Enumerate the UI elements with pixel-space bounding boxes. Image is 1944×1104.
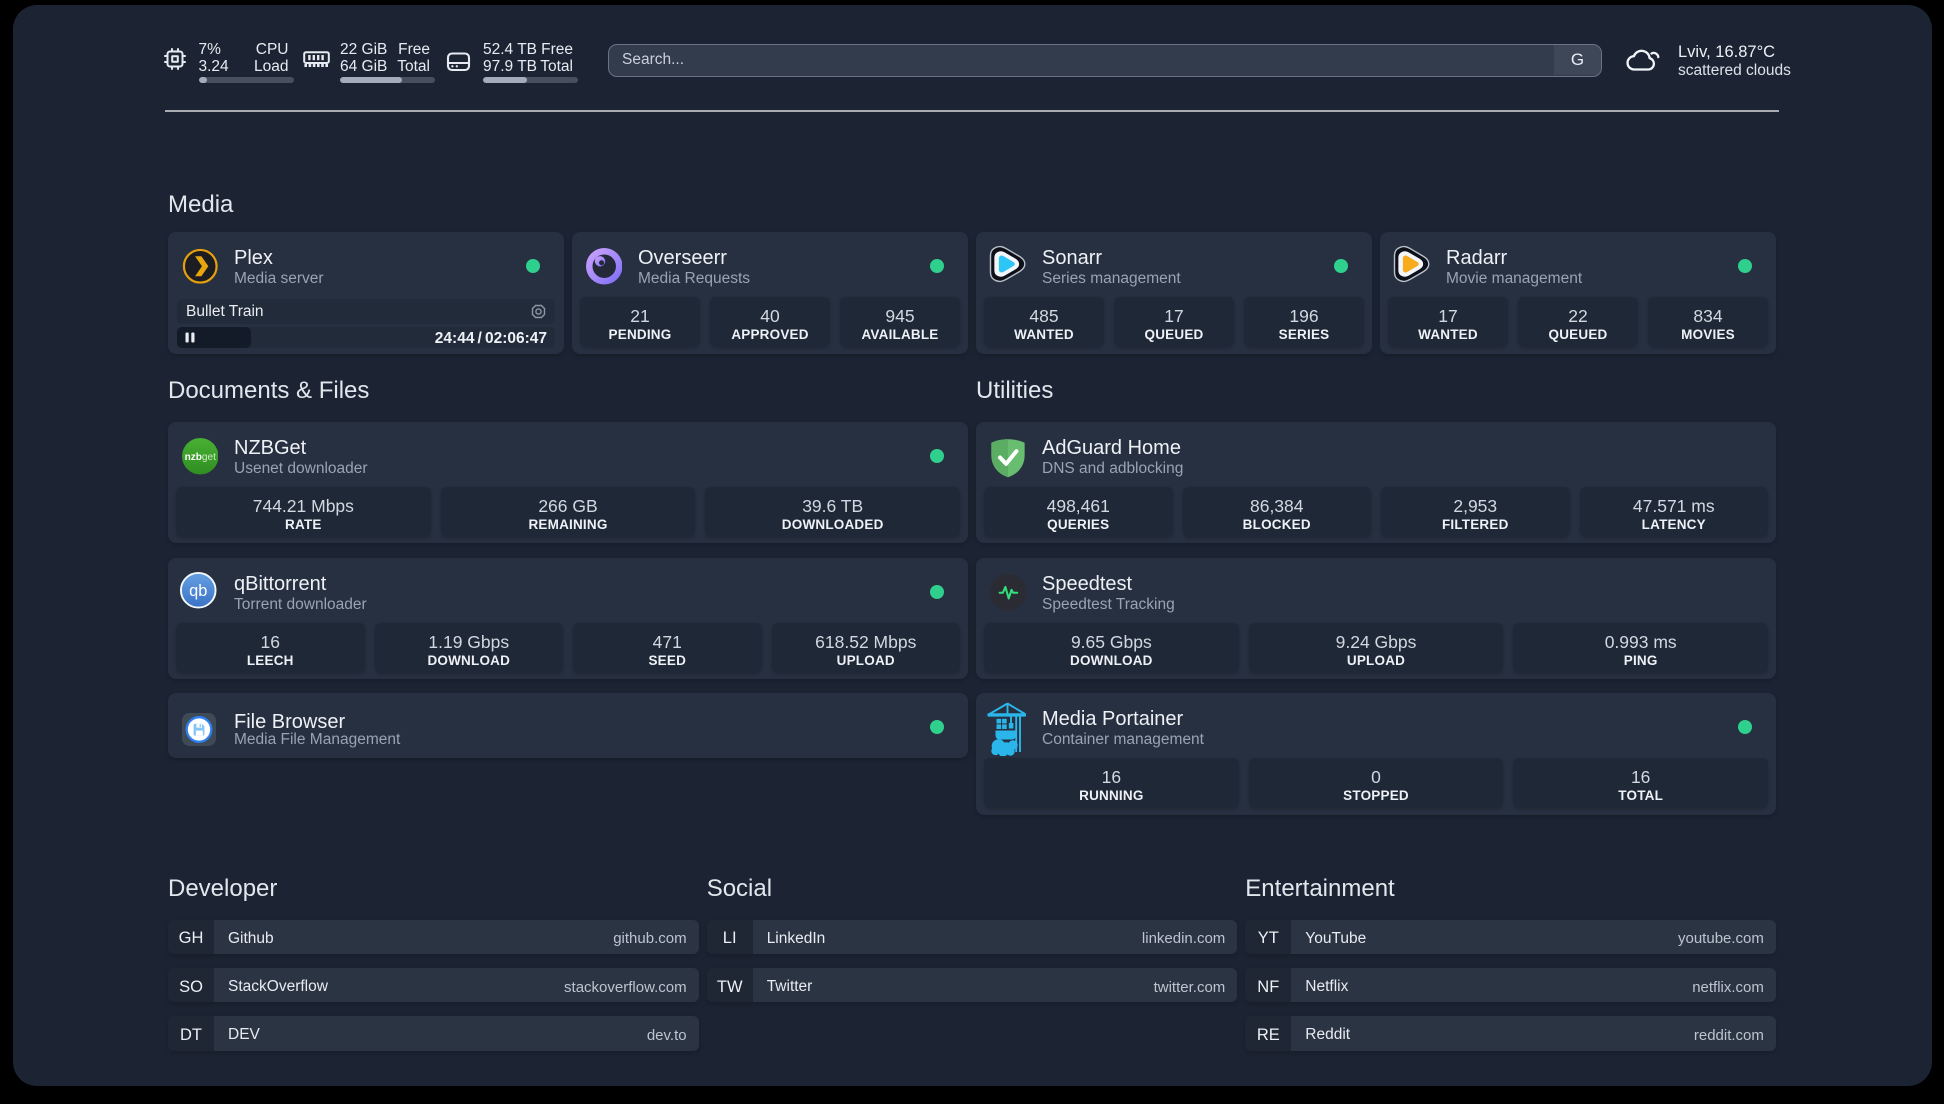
svg-text:nzbget: nzbget (184, 452, 216, 463)
svg-text:qb: qb (189, 582, 207, 600)
